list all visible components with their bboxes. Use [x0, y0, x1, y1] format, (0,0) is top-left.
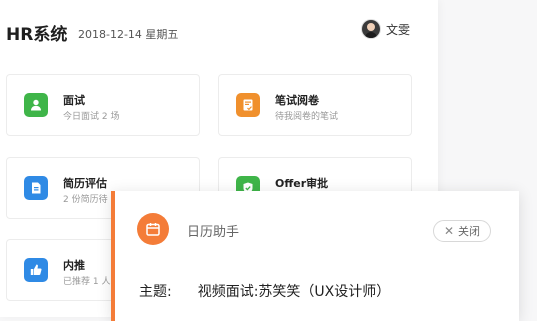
event-subject: 主题: 视频面试:苏笑笑（UX设计师）: [139, 281, 390, 301]
app-title: HR系统: [6, 25, 68, 45]
card-title: 内推: [63, 259, 85, 272]
user-icon: [24, 93, 48, 117]
subject-value: 视频面试:苏笑笑（UX设计师）: [197, 284, 391, 300]
card-title: Offer审批: [275, 177, 329, 190]
card-subtitle: 2 份简历待: [63, 195, 108, 205]
card-written-exam[interactable]: 笔试阅卷 待我阅卷的笔试: [218, 74, 412, 136]
card-title: 面试: [63, 94, 85, 107]
close-button[interactable]: ✕ 关闭: [432, 220, 491, 242]
card-interview[interactable]: 面试 今日面试 2 场: [6, 74, 200, 136]
close-icon: ✕: [443, 224, 454, 238]
card-title: 笔试阅卷: [275, 94, 319, 107]
card-subtitle: 已推荐 1 人: [63, 277, 111, 287]
thumbs-up-icon: [24, 258, 48, 282]
current-date: 2018-12-14 星期五: [78, 28, 179, 41]
avatar[interactable]: [361, 20, 380, 38]
document-icon: [24, 176, 48, 200]
card-subtitle: 待我阅卷的笔试: [275, 112, 339, 122]
card-subtitle: 今日面试 2 场: [63, 112, 120, 122]
notification-title: 日历助手: [187, 225, 240, 240]
card-title: 简历评估: [63, 177, 107, 190]
document-check-icon: [236, 93, 260, 117]
calendar-icon: [137, 213, 169, 245]
user-name: 文雯: [385, 22, 410, 37]
close-label: 关闭: [458, 225, 480, 238]
subject-label: 主题:: [139, 284, 172, 300]
user-menu[interactable]: 文雯: [361, 20, 410, 38]
header: HR系统 2018-12-14 星期五 文雯: [6, 20, 426, 48]
calendar-notification[interactable]: 日历助手 ✕ 关闭 主题: 视频面试:苏笑笑（UX设计师）: [111, 191, 519, 321]
